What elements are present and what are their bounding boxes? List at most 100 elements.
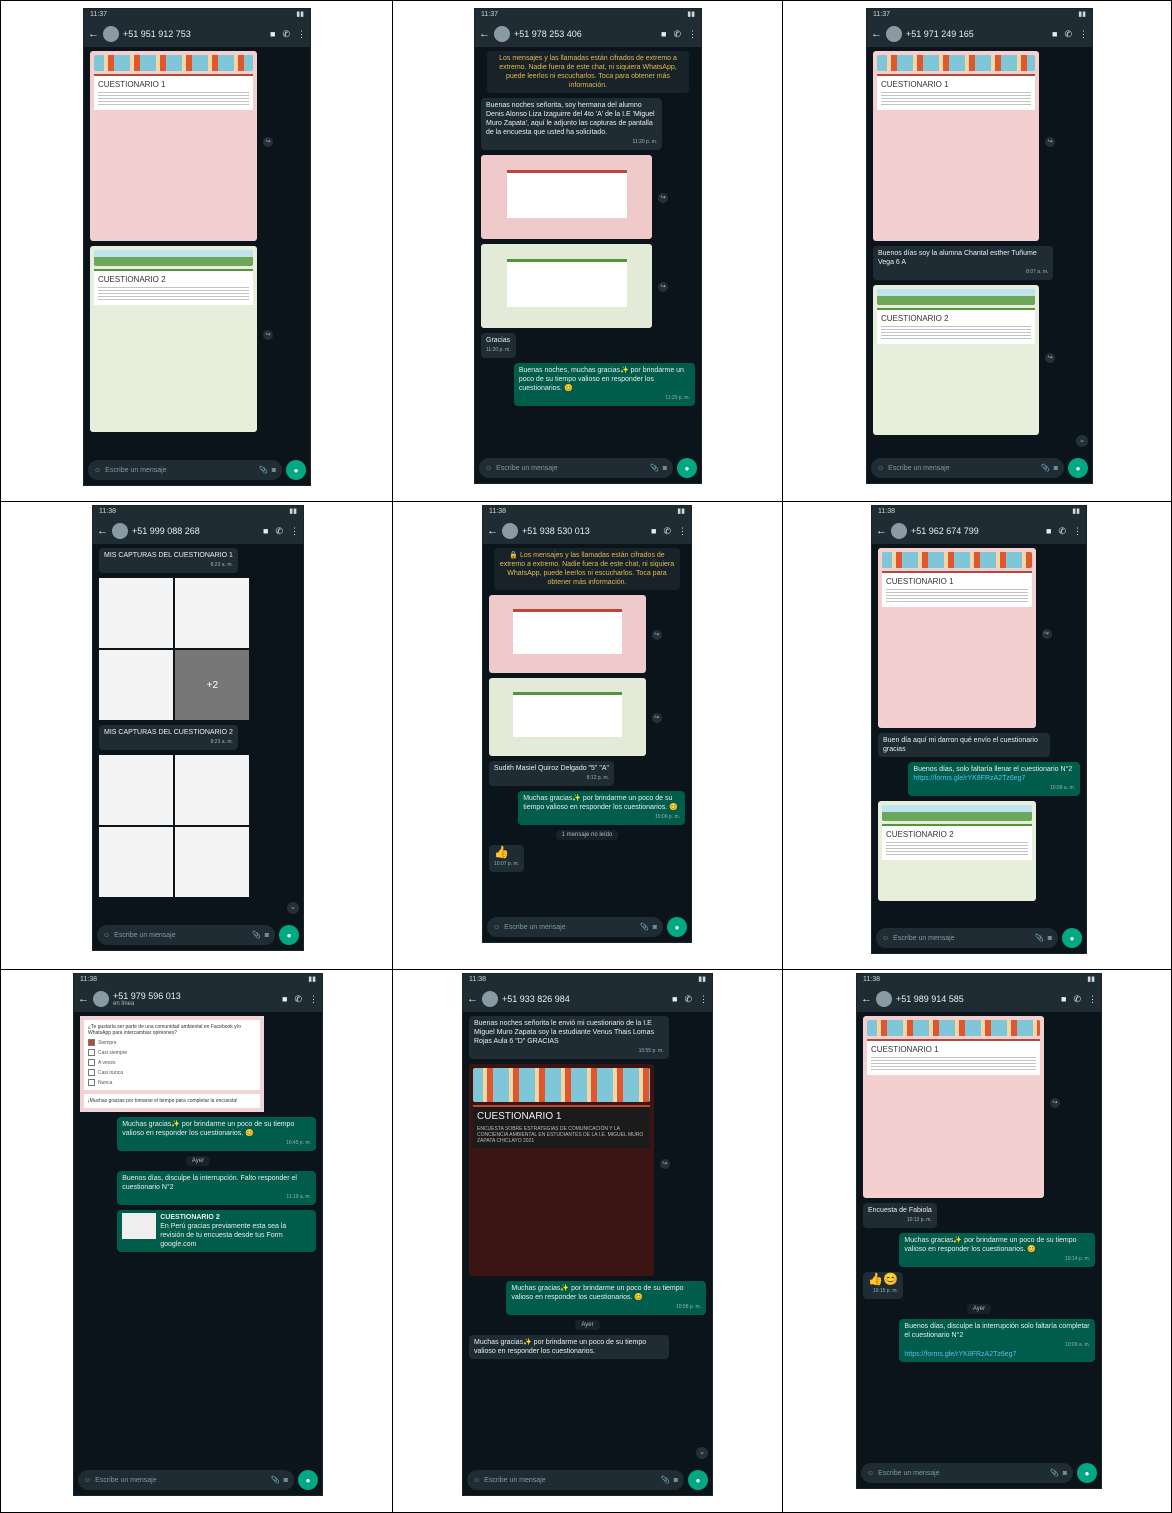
attach-icon[interactable]: 📎 [661,1476,670,1484]
video-call-icon[interactable]: ■ [672,994,677,1005]
more-options-icon[interactable]: ⋮ [688,29,697,40]
forward-icon[interactable]: ↪ [1045,352,1056,363]
photo-thumbnail[interactable] [99,755,174,825]
form-screenshot-message[interactable]: CUESTIONARIO 2 ↪ [90,246,273,432]
contact-name[interactable]: +51 933 826 984 [502,994,668,1004]
phone-call-icon[interactable]: ✆ [282,29,290,40]
contact-name[interactable]: +51 978 253 406 [514,29,657,39]
message-input[interactable]: ☺ Escribe un mensaje 📎 ◙ [467,1470,684,1490]
attach-icon[interactable]: 📎 [252,931,261,939]
form-screenshot-message[interactable]: CUESTIONARIO 1 ENCUESTA SOBRE ESTRATEGIAS… [469,1064,670,1276]
back-arrow-icon[interactable]: ← [861,993,872,1005]
more-options-icon[interactable]: ⋮ [1073,526,1082,537]
forward-icon[interactable]: ↪ [659,1159,670,1170]
form-screenshot-message[interactable]: CUESTIONARIO 1 ↪ [90,51,273,241]
more-options-icon[interactable]: ⋮ [309,994,318,1005]
camera-icon[interactable]: ◙ [653,924,657,931]
camera-icon[interactable]: ◙ [1048,935,1052,942]
forward-icon[interactable]: ↪ [1049,1097,1060,1108]
attach-icon[interactable]: 📎 [1041,464,1050,472]
mic-icon[interactable]: ● [286,460,306,480]
back-arrow-icon[interactable]: ← [97,525,108,537]
photo-thumbnail[interactable] [175,578,250,648]
phone-call-icon[interactable]: ✆ [663,526,671,537]
photo-album[interactable]: +2 [99,578,250,720]
emoji-icon[interactable]: ☺ [867,1470,874,1477]
more-options-icon[interactable]: ⋮ [1079,29,1088,40]
avatar[interactable] [93,991,109,1007]
phone-call-icon[interactable]: ✆ [294,994,302,1005]
attach-icon[interactable]: 📎 [650,464,659,472]
encryption-notice[interactable]: Los mensajes y las llamadas están cifrad… [486,51,690,93]
video-call-icon[interactable]: ■ [282,994,287,1005]
message-input[interactable]: ☺ Escribe un mensaje 📎 ◙ [487,917,663,937]
mic-icon[interactable]: ● [677,458,697,478]
photo-thumbnail[interactable] [99,827,174,897]
forward-icon[interactable]: ↪ [658,192,669,203]
contact-name[interactable]: +51 971 249 165 [906,29,1048,39]
phone-call-icon[interactable]: ✆ [684,994,692,1005]
forward-icon[interactable]: ↪ [262,136,273,147]
video-call-icon[interactable]: ■ [1046,526,1051,537]
more-options-icon[interactable]: ⋮ [290,526,299,537]
message-input[interactable]: ☺ Escribe un mensaje 📎 ◙ [88,460,282,480]
attach-icon[interactable]: 📎 [259,466,268,474]
avatar[interactable] [876,991,892,1007]
form-screenshot-message[interactable]: CUESTIONARIO 2 [878,801,1036,901]
camera-icon[interactable]: ◙ [1063,1470,1067,1477]
form-screenshot-message[interactable]: CUESTIONARIO 1 ↪ [873,51,1056,241]
forward-icon[interactable]: ↪ [651,630,662,641]
mic-icon[interactable]: ● [298,1470,318,1490]
scroll-down-icon[interactable]: ⌄ [696,1447,708,1459]
back-arrow-icon[interactable]: ← [78,993,89,1005]
video-call-icon[interactable]: ■ [651,526,656,537]
emoji-icon[interactable]: ☺ [493,924,500,931]
back-arrow-icon[interactable]: ← [88,28,99,40]
form-screenshot-message[interactable]: CUESTIONARIO 1 ↪ [878,548,1052,728]
mic-icon[interactable]: ● [688,1470,708,1490]
camera-icon[interactable]: ◙ [265,932,269,939]
avatar[interactable] [886,26,902,42]
attach-icon[interactable]: 📎 [1035,934,1044,942]
camera-icon[interactable]: ◙ [284,1477,288,1484]
photo-album[interactable] [99,755,250,897]
avatar[interactable] [103,26,119,42]
contact-name[interactable]: +51 979 596 013 en línea [113,991,278,1007]
form-link[interactable]: https://forms.gle/rYK8FRzA2Tz6eg7 [913,775,1025,782]
contact-name[interactable]: +51 999 088 268 [132,526,259,536]
video-call-icon[interactable]: ■ [270,29,275,40]
mic-icon[interactable]: ● [279,925,299,945]
more-options-icon[interactable]: ⋮ [699,994,708,1005]
forward-icon[interactable]: ↪ [1045,136,1056,147]
image-message[interactable]: ↪ [481,155,669,239]
contact-name[interactable]: +51 951 912 753 [123,29,266,39]
forward-icon[interactable]: ↪ [262,329,273,340]
image-message[interactable]: ↪ [489,678,662,756]
contact-name[interactable]: +51 962 674 799 [911,526,1042,536]
contact-name[interactable]: +51 989 914 585 [896,994,1057,1004]
avatar[interactable] [482,991,498,1007]
scroll-down-icon[interactable]: ⌄ [287,902,299,914]
mic-icon[interactable]: ● [1062,928,1082,948]
more-photos-count[interactable]: +2 [175,650,250,720]
attach-icon[interactable]: 📎 [271,1476,280,1484]
photo-thumbnail[interactable] [175,827,250,897]
message-input[interactable]: ☺ Escribe un mensaje 📎 ◙ [97,925,275,945]
attach-icon[interactable]: 📎 [640,923,649,931]
phone-call-icon[interactable]: ✆ [1064,29,1072,40]
message-input[interactable]: ☺ Escribe un mensaje 📎 ◙ [78,1470,294,1490]
photo-thumbnail[interactable] [99,650,174,720]
attach-icon[interactable]: 📎 [1050,1469,1059,1477]
phone-call-icon[interactable]: ✆ [1073,994,1081,1005]
emoji-icon[interactable]: ☺ [882,935,889,942]
message-input[interactable]: ☺ Escribe un mensaje 📎 ◙ [479,458,673,478]
emoji-icon[interactable]: ☺ [84,1477,91,1484]
image-message[interactable]: ↪ [489,595,662,673]
emoji-icon[interactable]: ☺ [94,467,101,474]
back-arrow-icon[interactable]: ← [487,525,498,537]
more-options-icon[interactable]: ⋮ [297,29,306,40]
encryption-notice[interactable]: 🔒 Los mensajes y las llamadas están cifr… [493,548,681,590]
video-call-icon[interactable]: ■ [1052,29,1057,40]
video-call-icon[interactable]: ■ [1061,994,1066,1005]
avatar[interactable] [112,523,128,539]
